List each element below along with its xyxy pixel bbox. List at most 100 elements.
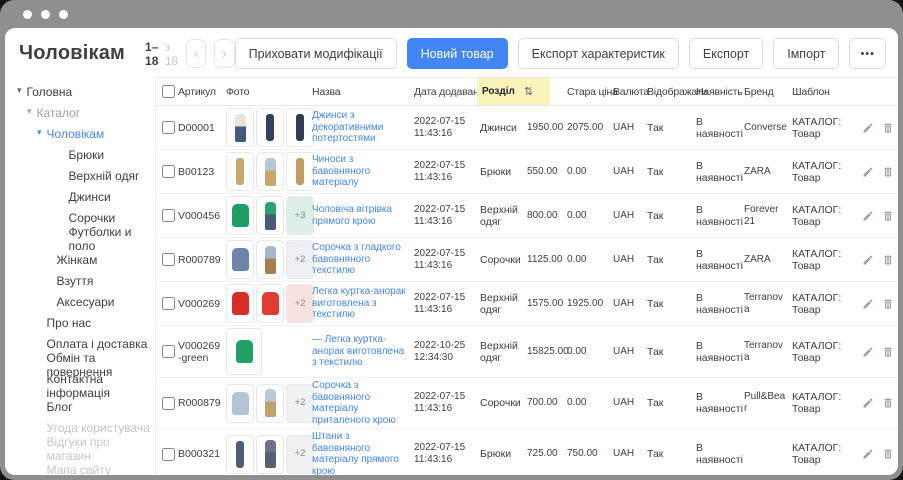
- sidebar-item-home[interactable]: ▾ Головна: [15, 81, 155, 102]
- product-name-link[interactable]: Легка куртка-анорак виготовлена з тексти…: [312, 286, 414, 321]
- date-added-cell: 2022-07-15 11:43:16: [414, 248, 480, 272]
- delete-button[interactable]: [882, 166, 894, 178]
- row-checkbox[interactable]: [162, 345, 175, 358]
- row-checkbox[interactable]: [162, 297, 175, 310]
- sidebar-item-contacts[interactable]: ▾ Контактна інформація: [15, 375, 155, 396]
- window-control-dot[interactable]: [59, 10, 68, 19]
- display-cell: Так: [647, 166, 696, 178]
- edit-button[interactable]: [862, 254, 874, 266]
- garment-shape: [265, 440, 276, 468]
- column-header-old-price[interactable]: Стара ціна: [567, 86, 613, 98]
- product-name-link[interactable]: Чиноси з бавовняного матеріалу: [312, 154, 414, 189]
- template-cell: КАТАЛОГ: Товар: [792, 204, 862, 228]
- export-button[interactable]: Експорт: [689, 38, 763, 69]
- edit-button[interactable]: [862, 122, 874, 134]
- sidebar-item-footwear[interactable]: ▾ Взуття: [15, 270, 155, 291]
- column-header-currency[interactable]: Валюта: [613, 86, 647, 98]
- row-checkbox[interactable]: [162, 253, 175, 266]
- column-header-brand[interactable]: Бренд: [744, 86, 792, 98]
- pencil-icon: [862, 346, 874, 358]
- sidebar-item-tshirts-polo[interactable]: ▾ Футболки и поло: [15, 228, 155, 249]
- edit-button[interactable]: [862, 210, 874, 222]
- product-photo: [226, 328, 262, 375]
- row-checkbox[interactable]: [162, 448, 175, 461]
- sidebar-item-about[interactable]: ▾ Про нас: [15, 312, 155, 333]
- more-actions-button[interactable]: •••: [849, 38, 886, 69]
- row-checkbox[interactable]: [162, 165, 175, 178]
- column-header-name[interactable]: Назва: [312, 86, 414, 98]
- row-checkbox[interactable]: [162, 121, 175, 134]
- more-photos-badge[interactable]: +2: [286, 435, 314, 474]
- checkbox-cell: [162, 397, 178, 410]
- delete-button[interactable]: [882, 448, 894, 460]
- product-name-link[interactable]: Чоловіча вітрівка прямого крою: [312, 204, 414, 227]
- more-photos-badge[interactable]: +3: [286, 196, 314, 235]
- delete-button[interactable]: [882, 397, 894, 409]
- sidebar-item-label: Футболки и поло: [69, 225, 155, 253]
- export-characteristics-button[interactable]: Експорт характеристик: [518, 38, 679, 69]
- next-page-button[interactable]: ›: [214, 39, 234, 68]
- edit-button[interactable]: [862, 166, 874, 178]
- product-name-link[interactable]: Сорочка з бавовняного матеріалу притален…: [312, 380, 414, 426]
- row-checkbox[interactable]: [162, 397, 175, 410]
- column-header-photo[interactable]: Фото: [226, 86, 312, 98]
- availability-cell: В наявності: [696, 391, 744, 415]
- delete-button[interactable]: [882, 254, 894, 266]
- delete-button[interactable]: [882, 210, 894, 222]
- display-cell: Так: [647, 210, 696, 222]
- column-header-display[interactable]: Відображати: [647, 86, 696, 98]
- date-added-time: 11:43:16: [414, 454, 475, 466]
- sort-icon[interactable]: ⇅: [524, 86, 533, 98]
- garment-shape: [265, 389, 276, 417]
- product-name-link[interactable]: Джинси з декоративними потертостями: [312, 110, 414, 145]
- sidebar-item-trousers[interactable]: ▾ Брюки: [15, 144, 155, 165]
- edit-button[interactable]: [862, 397, 874, 409]
- row-actions: [862, 298, 895, 310]
- edit-button[interactable]: [862, 298, 874, 310]
- display-cell: Так: [647, 346, 696, 358]
- availability-cell: В наявності: [696, 116, 744, 140]
- checkbox-cell: [162, 297, 178, 310]
- product-name-link[interactable]: — Легка куртка-анорак виготовлена з текс…: [312, 334, 414, 369]
- display-cell: Так: [647, 254, 696, 266]
- column-header-section[interactable]: Розділ ⇅: [480, 78, 527, 105]
- sidebar-item-label: Головна: [27, 85, 73, 99]
- delete-button[interactable]: [882, 346, 894, 358]
- more-photos-badge[interactable]: +2: [286, 284, 314, 323]
- column-header-availability[interactable]: Наявність: [696, 86, 744, 98]
- sidebar-item-outerwear[interactable]: ▾ Верхній одяг: [15, 165, 155, 186]
- window-control-dot[interactable]: [23, 10, 32, 19]
- prev-page-button[interactable]: ‹: [186, 39, 206, 68]
- new-product-button[interactable]: Новий товар: [407, 38, 508, 69]
- product-name-link[interactable]: Сорочка з гладкого бавовняного текстилю: [312, 242, 414, 277]
- edit-button[interactable]: [862, 346, 874, 358]
- more-photos-badge[interactable]: +2: [286, 240, 314, 279]
- old-price-cell: 0.00: [567, 397, 613, 409]
- hide-modifications-button[interactable]: Приховати модифікації: [235, 38, 397, 69]
- sidebar-item-label: Взуття: [57, 274, 94, 288]
- import-button[interactable]: Імпорт: [773, 38, 839, 69]
- select-all-checkbox[interactable]: [162, 85, 175, 98]
- sidebar-item-accessories[interactable]: ▾ Аксесуари: [15, 291, 155, 312]
- sidebar-item-men[interactable]: ▾ Чоловікам: [15, 123, 155, 144]
- window-control-dot[interactable]: [41, 10, 50, 19]
- template-cell: КАТАЛОГ: Товар: [792, 340, 862, 364]
- column-header-template[interactable]: Шаблон: [792, 86, 862, 98]
- old-price-cell: 750.00: [567, 448, 613, 460]
- availability-cell: В наявності: [696, 204, 744, 228]
- column-header-sku[interactable]: Артикул: [178, 86, 226, 98]
- edit-button[interactable]: [862, 448, 874, 460]
- delete-button[interactable]: [882, 122, 894, 134]
- more-photos-badge[interactable]: +2: [286, 384, 314, 423]
- photos-cell: +2: [226, 240, 312, 279]
- sidebar-item-catalog[interactable]: ▾ Каталог: [15, 102, 155, 123]
- sku-cell: D00001: [178, 122, 226, 134]
- sidebar-item-reviews[interactable]: ▾ Відгуки про магазин: [15, 438, 155, 459]
- column-header-section-label: Розділ: [482, 86, 515, 98]
- product-name-link[interactable]: Штани з бавовняного матеріалу прямого кр…: [312, 431, 414, 475]
- column-header-date[interactable]: Дата додавання: [414, 86, 480, 98]
- sidebar-item-jeans[interactable]: ▾ Джинси: [15, 186, 155, 207]
- trash-icon: [882, 298, 894, 310]
- row-checkbox[interactable]: [162, 209, 175, 222]
- delete-button[interactable]: [882, 298, 894, 310]
